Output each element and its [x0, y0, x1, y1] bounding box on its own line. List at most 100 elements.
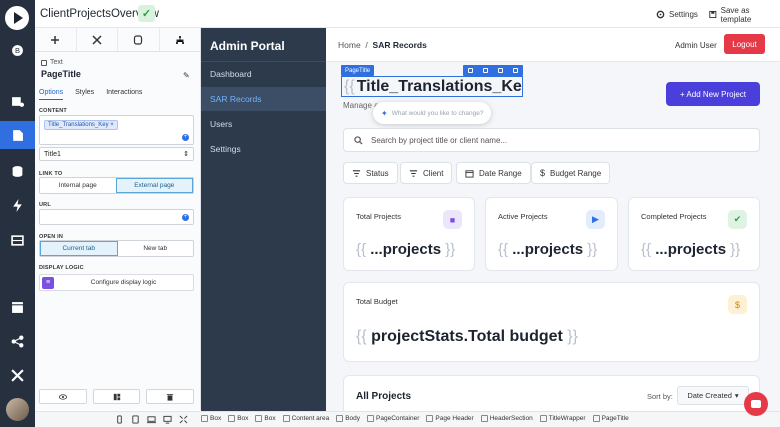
layout-icon[interactable]: [0, 226, 35, 254]
display-logic-button-label: Configure display logic: [90, 279, 157, 286]
wrap-icon[interactable]: [483, 68, 488, 73]
tools-icon[interactable]: [0, 361, 35, 389]
play-icon: ▶: [586, 210, 605, 229]
data-icon[interactable]: [0, 87, 35, 115]
preview-play-button[interactable]: [5, 6, 29, 30]
tablet-icon[interactable]: [131, 415, 140, 424]
stat-label: Total Projects: [356, 212, 402, 221]
portal-main: Home / SAR Records Admin User Logout Pag…: [326, 28, 780, 411]
panel-actions: [39, 389, 195, 404]
user-avatar[interactable]: [6, 398, 29, 421]
sidebar-item-users[interactable]: Users: [201, 112, 326, 136]
brand-icon[interactable]: B: [0, 36, 35, 64]
subtab-interactions[interactable]: Interactions: [106, 89, 142, 100]
logout-button[interactable]: Logout: [724, 34, 765, 54]
link-internal-option[interactable]: Internal page: [40, 178, 116, 193]
breadcrumb-item[interactable]: TitleWrapper: [540, 415, 586, 422]
duplicate-icon[interactable]: [498, 68, 503, 73]
delete-button[interactable]: [146, 389, 195, 404]
fit-screen-icon[interactable]: [179, 415, 188, 424]
sidebar-item-sar-records[interactable]: SAR Records: [201, 87, 326, 111]
stat-label: Active Projects: [498, 212, 548, 221]
subtab-styles[interactable]: Styles: [75, 89, 94, 100]
move-icon[interactable]: [468, 68, 473, 73]
tab-tree[interactable]: [160, 28, 201, 51]
page-title[interactable]: {{ Title_Translations_Key }}: [341, 76, 523, 97]
heading-select[interactable]: Title1 ⇕: [39, 147, 194, 161]
check-circle-icon: ✔: [728, 210, 747, 229]
search-input[interactable]: Search by project title or client name..…: [343, 128, 760, 152]
search-icon: [354, 135, 363, 145]
wrench-icon: [92, 34, 102, 45]
save-template-button[interactable]: Save as template: [702, 5, 780, 24]
save-template-label: Save as template: [720, 5, 752, 24]
content-field[interactable]: Title_Translations_Key × +: [39, 115, 194, 145]
dollar-icon: $: [728, 295, 747, 314]
breadcrumb-item[interactable]: PageTitle: [593, 415, 629, 422]
breadcrumb: Box Box Box Content area Body PageContai…: [201, 415, 629, 422]
breadcrumb-item[interactable]: Body: [336, 415, 360, 422]
laptop-icon[interactable]: [147, 415, 156, 424]
filter-client[interactable]: Client: [400, 162, 453, 184]
lightning-icon[interactable]: [0, 191, 35, 219]
delete-icon[interactable]: [513, 68, 518, 73]
add-project-button[interactable]: + Add New Project: [666, 82, 760, 106]
app-rail: B: [0, 0, 35, 427]
url-label: URL: [39, 202, 51, 208]
breadcrumb-item[interactable]: HeaderSection: [481, 415, 533, 422]
ai-prompt-input[interactable]: ✦ What would you like to change?: [373, 102, 491, 124]
database-icon[interactable]: [0, 157, 35, 185]
desktop-icon[interactable]: [163, 415, 172, 424]
folder-icon: ■: [443, 210, 462, 229]
projects-title: All Projects: [356, 391, 412, 402]
open-new-tab-option[interactable]: New tab: [118, 241, 194, 256]
tab-tools[interactable]: [77, 28, 118, 51]
share-icon[interactable]: [0, 327, 35, 355]
top-bar: ClientProjectsOverview ✓ Settings Save a…: [35, 0, 780, 28]
filter-date-range[interactable]: Date Range: [456, 162, 531, 184]
store-icon[interactable]: [0, 293, 35, 321]
stat-card-active: Active Projects ▶ {{ ...projects }}: [485, 197, 618, 271]
sidebar-item-dashboard[interactable]: Dashboard: [201, 62, 326, 86]
breadcrumb-item[interactable]: Box: [228, 415, 248, 422]
heading-select-value: Title1: [44, 150, 61, 158]
filter-status-label: Status: [366, 168, 389, 178]
element-name[interactable]: PageTitle: [41, 69, 81, 79]
crumb-home[interactable]: Home: [338, 40, 361, 50]
chat-support-button[interactable]: [744, 392, 768, 416]
sidebar-item-settings[interactable]: Settings: [201, 137, 326, 161]
add-binding-icon[interactable]: +: [182, 134, 189, 141]
breadcrumb-item[interactable]: Box: [255, 415, 275, 422]
configure-display-logic-button[interactable]: ≡ Configure display logic: [39, 274, 194, 291]
add-url-binding-icon[interactable]: +: [182, 214, 189, 221]
breadcrumb-item[interactable]: Content area: [283, 415, 330, 422]
subtab-options[interactable]: Options: [39, 89, 64, 100]
settings-label: Settings: [669, 10, 698, 19]
breadcrumb-item[interactable]: Box: [201, 415, 221, 422]
url-field[interactable]: +: [39, 209, 194, 225]
phone-icon[interactable]: [115, 415, 124, 424]
insert-icon: [51, 35, 60, 44]
pencil-icon[interactable]: ✎: [183, 71, 190, 80]
open-current-tab-option[interactable]: Current tab: [40, 241, 118, 256]
breadcrumb-item[interactable]: Page Header: [426, 415, 473, 422]
components-button[interactable]: [92, 389, 141, 404]
sort-select[interactable]: Date Created ▾: [677, 386, 749, 405]
projects-header: All Projects Sort by: Date Created ▾: [343, 375, 760, 411]
page-breadcrumb: Home / SAR Records: [338, 40, 427, 50]
grid-icon: [113, 393, 120, 400]
filter-budget-range[interactable]: $ Budget Range: [531, 162, 611, 184]
properties-panel: Text PageTitle ✎ Options Styles Interact…: [35, 28, 201, 410]
tab-insert[interactable]: [35, 28, 77, 51]
content-chip[interactable]: Title_Translations_Key ×: [44, 120, 118, 130]
settings-button[interactable]: Settings: [649, 6, 705, 23]
stat-value: {{ ...projects }}: [641, 241, 741, 258]
element-type-label: Text: [50, 59, 63, 66]
link-external-option[interactable]: External page: [115, 178, 193, 193]
breadcrumb-item[interactable]: PageContainer: [367, 415, 419, 422]
pages-icon[interactable]: [0, 121, 35, 149]
visibility-button[interactable]: [39, 389, 87, 404]
filter-status[interactable]: Status: [343, 162, 398, 184]
tab-data[interactable]: [118, 28, 160, 51]
crumb-current: SAR Records: [372, 40, 427, 50]
